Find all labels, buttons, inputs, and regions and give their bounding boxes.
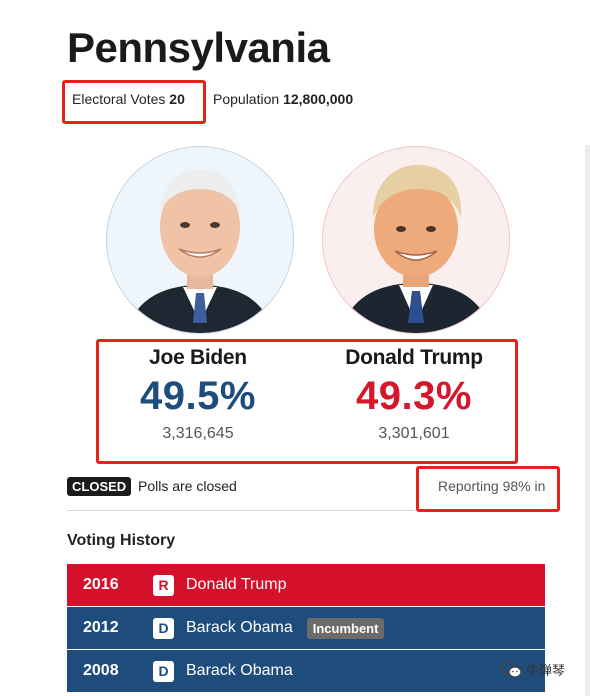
watermark-text: 牛弹琴 <box>526 663 566 678</box>
page-edge-divider <box>585 145 590 696</box>
avatar-biden <box>106 146 294 334</box>
biden-portrait-icon <box>127 169 273 333</box>
page-title: Pennsylvania <box>67 24 330 71</box>
history-winner: Donald Trump <box>186 576 287 593</box>
highlight-box-electoral-votes <box>62 80 206 124</box>
incumbent-badge: Incumbent <box>306 617 385 639</box>
status-text: Polls are closed <box>138 478 237 494</box>
divider <box>67 510 415 511</box>
status-badge: CLOSED <box>67 477 132 496</box>
highlight-box-results <box>96 339 518 464</box>
history-winner: Barack Obama <box>186 619 293 636</box>
party-badge: D <box>153 617 174 639</box>
wechat-icon <box>500 660 522 678</box>
population-value: 12,800,000 <box>283 91 354 107</box>
party-badge: D <box>153 660 174 682</box>
history-year: 2008 <box>83 662 119 679</box>
population: Population 12,800,000 <box>213 91 353 107</box>
history-year: 2016 <box>83 576 119 593</box>
population-label: Population <box>213 91 280 107</box>
section-title: Voting History <box>67 532 176 549</box>
history-winner: Barack Obama <box>186 662 293 679</box>
history-year: 2012 <box>83 619 119 636</box>
highlight-box-reporting <box>416 466 560 512</box>
watermark: 牛弹琴 <box>500 660 565 679</box>
party-badge: R <box>153 574 174 596</box>
history-row[interactable]: 2016 R Donald Trump <box>67 564 545 606</box>
trump-portrait-icon <box>341 164 491 333</box>
avatar-trump <box>322 146 510 334</box>
history-row[interactable]: 2008 D Barack Obama <box>67 650 545 692</box>
history-row[interactable]: 2012 D Barack Obama Incumbent <box>67 607 545 649</box>
